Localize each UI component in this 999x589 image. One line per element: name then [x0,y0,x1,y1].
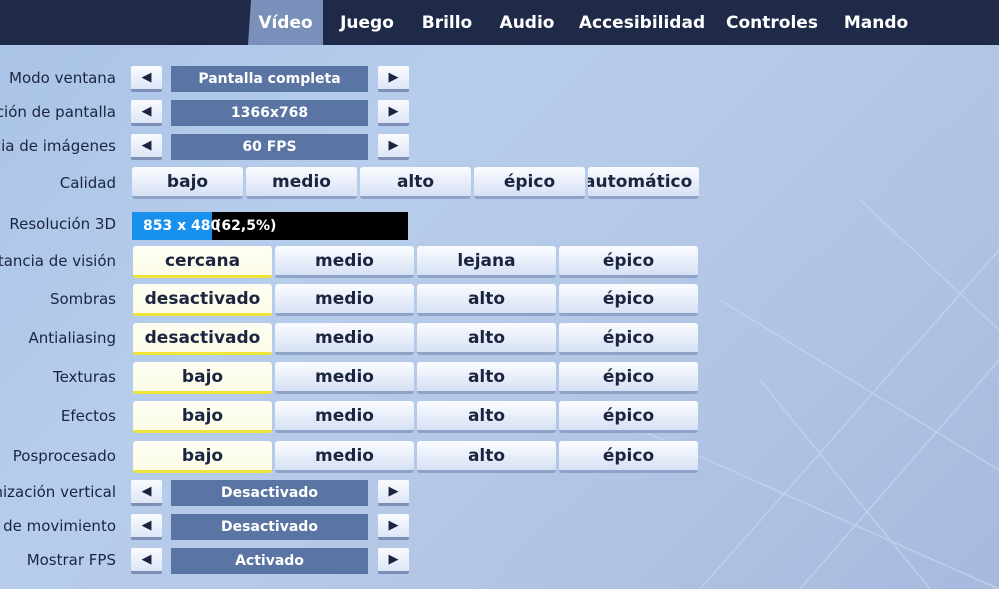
show-fps-next-button[interactable]: ▶ [378,548,409,574]
window-mode-next-button[interactable]: ▶ [378,66,409,92]
arrow-right-icon: ▶ [388,552,399,567]
arrow-left-icon: ◀ [141,104,152,119]
vsync-prev-button[interactable]: ◀ [131,480,162,506]
effects-option-alto[interactable]: alto [417,401,556,433]
textures-label: Texturas [52,368,116,386]
arrow-left-icon: ◀ [141,484,152,499]
effects-option-medio[interactable]: medio [275,401,414,433]
window-mode-label: Modo ventana [9,69,116,87]
quality-option-automatico[interactable]: automático [588,167,699,199]
motion-blur-prev-button[interactable]: ◀ [131,514,162,540]
effects-label: Efectos [60,407,116,425]
view-distance-option-lejana[interactable]: lejana [417,246,556,278]
postprocessing-option-medio[interactable]: medio [275,441,414,473]
arrow-right-icon: ▶ [388,518,399,533]
arrow-right-icon: ▶ [388,484,399,499]
view-distance-label: stancia de visión [0,252,116,270]
effects-option-epico[interactable]: épico [559,401,698,433]
tab-juego[interactable]: Juego [333,0,401,45]
show-fps-value: Activado [171,548,368,574]
frame-rate-next-button[interactable]: ▶ [378,134,409,160]
view-distance-option-medio[interactable]: medio [275,246,414,278]
quality-option-alto[interactable]: alto [360,167,471,199]
shadows-option-desactivado[interactable]: desactivado [133,284,272,316]
vsync-label: onización vertical [0,483,116,501]
view-distance-option-cercana[interactable]: cercana [133,246,272,278]
res3d-value: 853 x 480 [143,218,221,234]
arrow-left-icon: ◀ [141,518,152,533]
motion-blur-next-button[interactable]: ▶ [378,514,409,540]
res3d-slider[interactable]: 853 x 480 (62,5%) [132,212,408,240]
antialiasing-option-epico[interactable]: épico [559,323,698,355]
window-mode-value: Pantalla completa [171,66,368,92]
textures-option-alto[interactable]: alto [417,362,556,394]
tab-mando[interactable]: Mando [838,0,914,45]
arrow-left-icon: ◀ [141,70,152,85]
antialiasing-label: Antialiasing [28,329,116,347]
textures-option-bajo[interactable]: bajo [133,362,272,394]
postprocessing-option-alto[interactable]: alto [417,441,556,473]
postprocessing-label: Posprocesado [12,447,116,465]
shadows-option-epico[interactable]: épico [559,284,698,316]
show-fps-prev-button[interactable]: ◀ [131,548,162,574]
antialiasing-option-desactivado[interactable]: desactivado [133,323,272,355]
vsync-next-button[interactable]: ▶ [378,480,409,506]
resolution-label: ución de pantalla [0,103,116,121]
arrow-left-icon: ◀ [141,138,152,153]
frame-rate-value: 60 FPS [171,134,368,160]
quality-option-medio[interactable]: medio [246,167,357,199]
arrow-right-icon: ▶ [388,70,399,85]
frame-rate-label: cia de imágenes [0,137,116,155]
quality-option-automatico-label: automático [588,171,693,192]
res3d-percent: (62,5%) [215,218,277,234]
frame-rate-prev-button[interactable]: ◀ [131,134,162,160]
resolution-value: 1366x768 [171,100,368,126]
motion-blur-value: Desactivado [171,514,368,540]
arrow-right-icon: ▶ [388,138,399,153]
vsync-value: Desactivado [171,480,368,506]
effects-option-bajo[interactable]: bajo [133,401,272,433]
res3d-slider-fill: 853 x 480 [132,212,220,240]
motion-blur-label: e de movimiento [0,517,116,535]
tab-controles[interactable]: Controles [722,0,822,45]
res3d-label: Resolución 3D [9,215,116,233]
quality-option-epico[interactable]: épico [474,167,585,199]
window-mode-prev-button[interactable]: ◀ [131,66,162,92]
resolution-prev-button[interactable]: ◀ [131,100,162,126]
resolution-next-button[interactable]: ▶ [378,100,409,126]
antialiasing-option-medio[interactable]: medio [275,323,414,355]
postprocessing-option-bajo[interactable]: bajo [133,441,272,473]
tab-accesibilidad[interactable]: Accesibilidad [578,0,706,45]
quality-option-bajo[interactable]: bajo [132,167,243,199]
shadows-option-medio[interactable]: medio [275,284,414,316]
shadows-option-alto[interactable]: alto [417,284,556,316]
tab-audio[interactable]: Audio [494,0,560,45]
tab-video[interactable]: Vídeo [248,0,323,45]
show-fps-label: Mostrar FPS [26,551,116,569]
quality-label: Calidad [59,174,116,192]
arrow-right-icon: ▶ [388,104,399,119]
textures-option-medio[interactable]: medio [275,362,414,394]
view-distance-option-epico[interactable]: épico [559,246,698,278]
top-nav-bar: Vídeo Juego Brillo Audio Accesibilidad C… [0,0,999,45]
arrow-left-icon: ◀ [141,552,152,567]
postprocessing-option-epico[interactable]: épico [559,441,698,473]
tab-brillo[interactable]: Brillo [415,0,479,45]
antialiasing-option-alto[interactable]: alto [417,323,556,355]
shadows-label: Sombras [49,290,116,308]
textures-option-epico[interactable]: épico [559,362,698,394]
